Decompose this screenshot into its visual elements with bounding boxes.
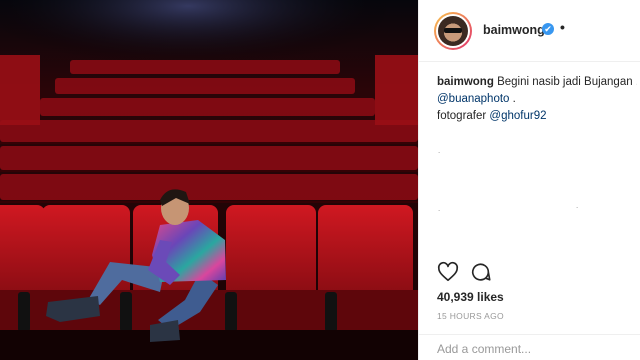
avatar-ring xyxy=(436,14,470,48)
caption-dot-3: . xyxy=(576,201,579,210)
caption-username[interactable]: baimwong xyxy=(437,76,494,88)
profile-avatar[interactable] xyxy=(434,12,472,50)
caption-text: Begini nasib jadi Bujangan . xyxy=(497,76,637,88)
post-timestamp[interactable]: 15 HOURS AGO xyxy=(437,311,504,321)
avatar-image xyxy=(438,16,468,46)
post-caption: baimwong Begini nasib jadi Bujangan . @b… xyxy=(437,74,637,125)
heart-icon[interactable] xyxy=(437,261,459,283)
caption-line-3: fotografer @ghofur92 xyxy=(437,108,637,125)
like-count[interactable]: 40,939 likes xyxy=(437,290,504,304)
verified-badge-icon: ✔ xyxy=(542,23,554,35)
caption-line-1: baimwong Begini nasib jadi Bujangan . xyxy=(437,74,637,91)
post-photo[interactable] xyxy=(0,0,418,360)
caption-mention-suffix: . xyxy=(509,93,516,105)
caption-mention-buanaphoto[interactable]: @buanaphoto xyxy=(437,93,509,105)
caption-credit-prefix: fotografer xyxy=(437,110,490,122)
comment-input[interactable] xyxy=(437,341,627,357)
post-sidebar: baimwong ✔ • xyxy=(418,0,640,360)
avatar-glasses xyxy=(444,28,462,33)
header-username[interactable]: baimwong xyxy=(483,23,545,37)
caption-mention-ghofur92[interactable]: @ghofur92 xyxy=(489,110,546,122)
comment-bubble-icon[interactable] xyxy=(470,261,492,283)
instagram-post: baimwong ✔ • xyxy=(0,0,640,360)
caption-line-2: @buanaphoto . xyxy=(437,91,637,108)
post-header: baimwong ✔ • xyxy=(419,0,640,62)
header-separator: • xyxy=(560,19,565,35)
comment-bar xyxy=(419,334,640,360)
cinema-photo-illustration xyxy=(0,0,418,360)
caption-dot-2: . xyxy=(438,204,441,213)
caption-dot-1: . xyxy=(438,146,441,155)
